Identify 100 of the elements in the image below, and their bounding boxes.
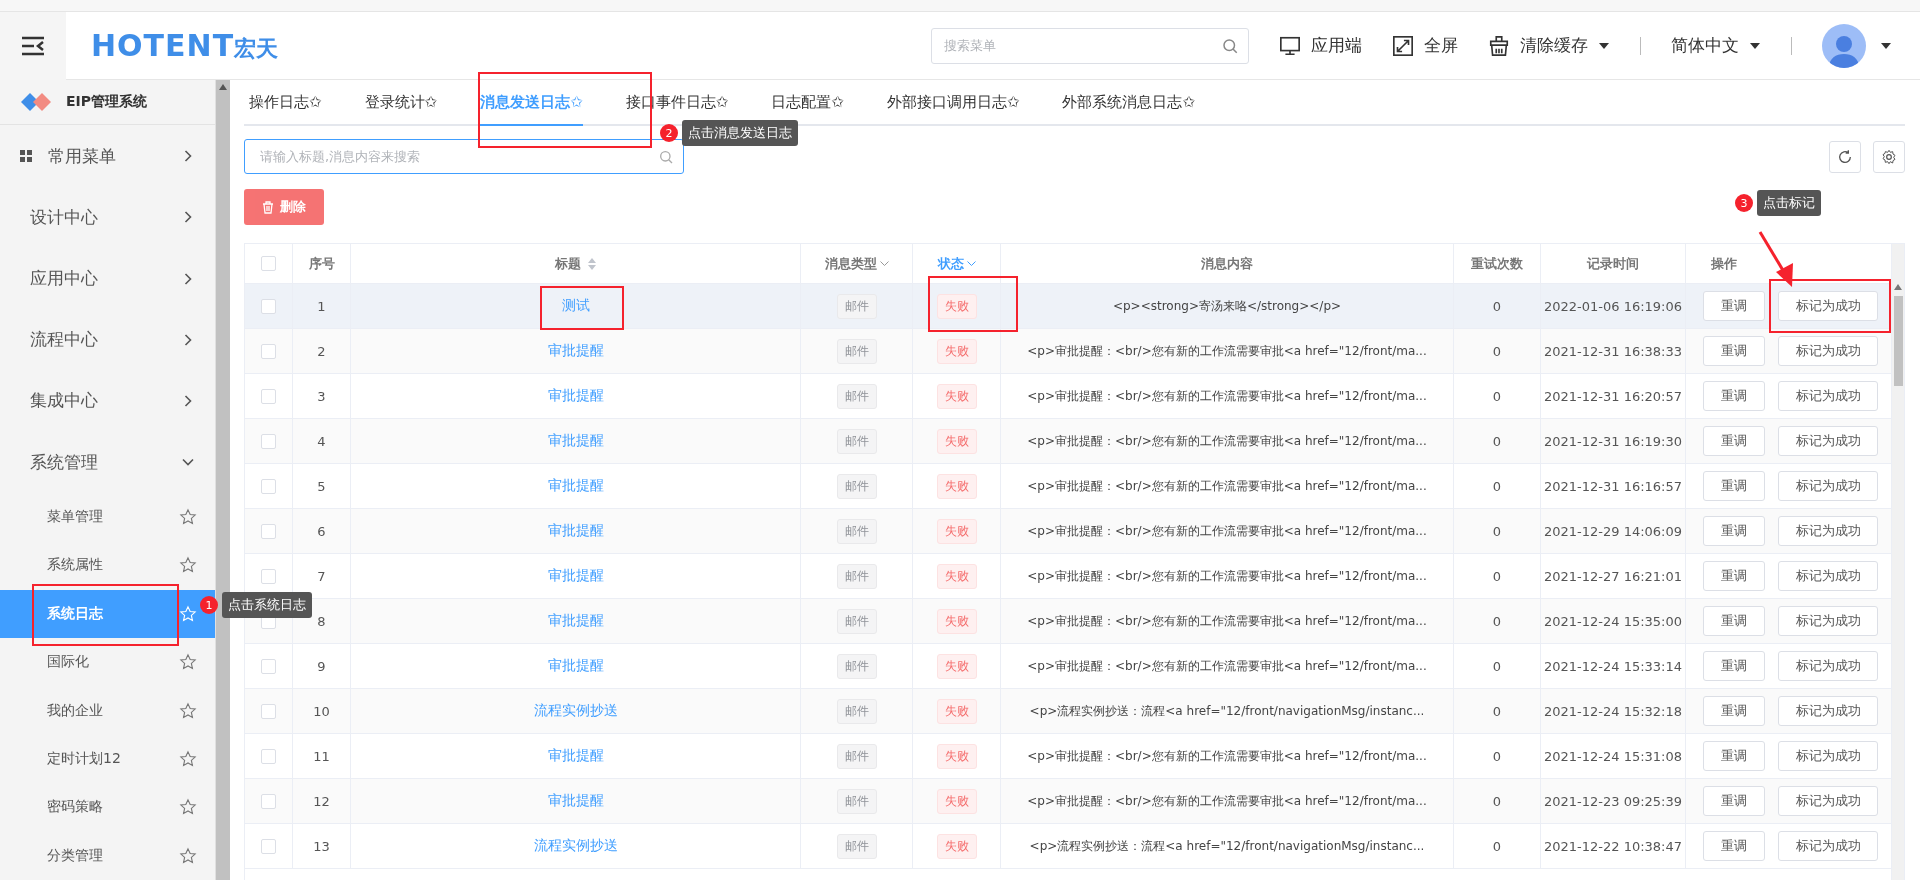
mark-success-button[interactable]: 标记为成功 <box>1778 291 1878 321</box>
sidebar-subitem[interactable]: 密码策略 <box>0 783 215 832</box>
sidebar-item[interactable]: 系统管理 <box>0 431 215 493</box>
sidebar-item[interactable]: 设计中心 <box>0 186 215 248</box>
header-action-button[interactable]: 应用端 <box>1279 34 1362 57</box>
retry-button[interactable]: 重调 <box>1703 786 1765 816</box>
star-icon[interactable] <box>179 701 197 720</box>
row-checkbox[interactable] <box>261 343 276 359</box>
row-checkbox[interactable] <box>261 568 276 584</box>
tab[interactable]: 操作日志✩ <box>249 80 322 126</box>
tab[interactable]: 外部系统消息日志✩ <box>1062 80 1196 126</box>
retry-button[interactable]: 重调 <box>1703 651 1765 681</box>
scroll-up-icon[interactable] <box>219 84 227 90</box>
retry-button[interactable]: 重调 <box>1703 606 1765 636</box>
retry-button[interactable]: 重调 <box>1703 561 1765 591</box>
retry-button[interactable]: 重调 <box>1703 741 1765 771</box>
mark-success-button[interactable]: 标记为成功 <box>1778 741 1878 771</box>
table-row[interactable]: 6 审批提醒 邮件 失败 <p>审批提醒：<br/>您有新的工作流需要审批<a href="12/front/ma... 0 2021-12-29 14:06:09 重调 标记为成功 <box>245 509 1891 554</box>
select-all-checkbox[interactable] <box>261 256 276 271</box>
table-row[interactable]: 2 审批提醒 邮件 失败 <p>审批提醒：<br/>您有新的工作流需要审批<a href="12/front/ma... 0 2021-12-31 16:38:33 重调 标记为成功 <box>245 329 1891 374</box>
table-cell: 0 <box>1492 838 1502 854</box>
sidebar-subitem[interactable]: 菜单管理 <box>0 492 215 542</box>
mark-success-button[interactable]: 标记为成功 <box>1778 471 1878 501</box>
mark-success-button[interactable]: 标记为成功 <box>1778 516 1878 546</box>
table-row[interactable]: 11 审批提醒 邮件 失败 <p>审批提醒：<br/>您有新的工作流需要审批<a href="12/front/ma... 0 2021-12-24 15:31:08 重调 标记为成功 <box>245 734 1891 779</box>
menu-toggle-button[interactable] <box>0 11 66 80</box>
mark-success-button[interactable]: 标记为成功 <box>1778 651 1878 681</box>
retry-button[interactable]: 重调 <box>1703 381 1765 411</box>
scrollbar-thumb[interactable] <box>1893 296 1903 386</box>
mark-success-button[interactable]: 标记为成功 <box>1778 786 1878 816</box>
search-field[interactable]: 请输入标题,消息内容来搜索 <box>244 139 684 174</box>
sidebar-item[interactable]: 集成中心 <box>0 370 215 432</box>
scroll-up-icon[interactable] <box>1894 284 1902 290</box>
caret-down-icon[interactable] <box>1749 41 1761 50</box>
retry-button[interactable]: 重调 <box>1703 516 1765 546</box>
sidebar-item[interactable]: 应用中心 <box>0 247 215 310</box>
star-icon[interactable] <box>179 556 197 575</box>
sidebar-subitem[interactable]: 系统属性 <box>0 541 215 590</box>
caret-down-icon[interactable] <box>1880 41 1892 50</box>
sidebar-item[interactable]: 流程中心 <box>0 309 215 371</box>
row-checkbox[interactable] <box>261 793 276 809</box>
row-checkbox[interactable] <box>261 703 276 719</box>
row-checkbox[interactable] <box>261 433 276 449</box>
sort-icon[interactable] <box>586 256 597 271</box>
refresh-button[interactable] <box>1829 140 1861 173</box>
status-tag: 失败 <box>936 743 977 769</box>
star-icon[interactable] <box>179 508 197 527</box>
column-header[interactable]: 标题 <box>554 254 581 273</box>
table-cell: 6 <box>317 523 326 539</box>
row-checkbox[interactable] <box>261 748 276 764</box>
table-row[interactable]: 5 审批提醒 邮件 失败 <p>审批提醒：<br/>您有新的工作流需要审批<a href="12/front/ma... 0 2021-12-31 16:16:57 重调 标记为成功 <box>245 464 1891 509</box>
mark-success-button[interactable]: 标记为成功 <box>1778 606 1878 636</box>
sidebar-subitem[interactable]: 分类管理 <box>0 831 215 880</box>
header-action-button[interactable]: 全屏 <box>1392 34 1458 57</box>
retry-button[interactable]: 重调 <box>1703 471 1765 501</box>
retry-button[interactable]: 重调 <box>1703 336 1765 366</box>
table-row[interactable]: 13 流程实例抄送 邮件 失败 <p>流程实例抄送：流程<a href="12/front/navigationMsg/instanc... 0 2021-12-22 10:38:47 重调 标记为成功 <box>245 824 1891 869</box>
sidebar-subitem[interactable]: 国际化 <box>0 638 215 687</box>
mark-success-button[interactable]: 标记为成功 <box>1778 426 1878 456</box>
table-row[interactable]: 10 流程实例抄送 邮件 失败 <p>流程实例抄送：流程<a href="12/front/navigationMsg/instanc... 0 2021-12-24 15:32:18 重调 标记为成功 <box>245 689 1891 734</box>
sidebar-item[interactable]: 常用菜单 <box>0 125 215 187</box>
table-row[interactable]: 12 审批提醒 邮件 失败 <p>审批提醒：<br/>您有新的工作流需要审批<a href="12/front/ma... 0 2021-12-23 09:25:39 重调 标记为成功 <box>245 779 1891 824</box>
mark-success-button[interactable]: 标记为成功 <box>1778 561 1878 591</box>
retry-button[interactable]: 重调 <box>1703 696 1765 726</box>
menu-search-field[interactable]: 搜索菜单 <box>931 27 1249 64</box>
table-cell: 2021-12-29 14:06:09 <box>1543 523 1683 539</box>
mark-success-button[interactable]: 标记为成功 <box>1778 336 1878 366</box>
language-select[interactable]: 简体中文 <box>1671 34 1761 57</box>
row-checkbox[interactable] <box>261 838 276 854</box>
row-checkbox[interactable] <box>261 658 276 674</box>
retry-button[interactable]: 重调 <box>1703 291 1765 321</box>
tab[interactable]: 外部接口调用日志✩ <box>886 80 1020 126</box>
table-row[interactable]: 3 审批提醒 邮件 失败 <p>审批提醒：<br/>您有新的工作流需要审批<a href="12/front/ma... 0 2021-12-31 16:20:57 重调 标记为成功 <box>245 374 1891 419</box>
star-icon[interactable] <box>179 750 197 768</box>
tab[interactable]: 登录统计✩ <box>364 80 438 126</box>
table-row[interactable]: 4 审批提醒 邮件 失败 <p>审批提醒：<br/>您有新的工作流需要审批<a href="12/front/ma... 0 2021-12-31 16:19:30 重调 标记为成功 <box>245 419 1891 464</box>
type-tag: 邮件 <box>836 833 877 859</box>
mark-success-button[interactable]: 标记为成功 <box>1778 831 1878 861</box>
star-icon[interactable] <box>179 846 197 865</box>
row-checkbox[interactable] <box>261 478 276 494</box>
mark-success-button[interactable]: 标记为成功 <box>1778 696 1878 726</box>
star-icon[interactable] <box>179 653 197 672</box>
caret-down-icon[interactable] <box>1598 41 1610 50</box>
row-checkbox[interactable] <box>261 388 276 404</box>
retry-button[interactable]: 重调 <box>1703 831 1765 861</box>
table-cell: <p>审批提醒：<br/>您有新的工作流需要审批<a href="12/front/ma... <box>1027 522 1427 540</box>
retry-button[interactable]: 重调 <box>1703 426 1765 456</box>
avatar[interactable] <box>1822 23 1866 68</box>
type-tag: 邮件 <box>836 653 877 679</box>
sidebar-subitem[interactable]: 我的企业 <box>0 686 215 735</box>
mark-success-button[interactable]: 标记为成功 <box>1778 381 1878 411</box>
settings-button[interactable] <box>1873 140 1905 173</box>
star-icon[interactable] <box>179 798 197 817</box>
table-row[interactable]: 9 审批提醒 邮件 失败 <p>审批提醒：<br/>您有新的工作流需要审批<a href="12/front/ma... 0 2021-12-24 15:33:14 重调 标记为成功 <box>245 644 1891 689</box>
header-action-button[interactable]: 清除缓存 <box>1488 34 1610 57</box>
table-row[interactable]: 1 测试 邮件 失败 <p><strong>寄汤来咯</strong></p> 0 2022-01-06 16:19:06 重调 标记为成功 <box>245 284 1891 329</box>
row-checkbox[interactable] <box>261 523 276 539</box>
sidebar-subitem[interactable]: 定时计划12 <box>0 734 215 784</box>
column-header[interactable]: 消息类型 <box>824 254 877 273</box>
row-checkbox[interactable] <box>261 298 276 314</box>
